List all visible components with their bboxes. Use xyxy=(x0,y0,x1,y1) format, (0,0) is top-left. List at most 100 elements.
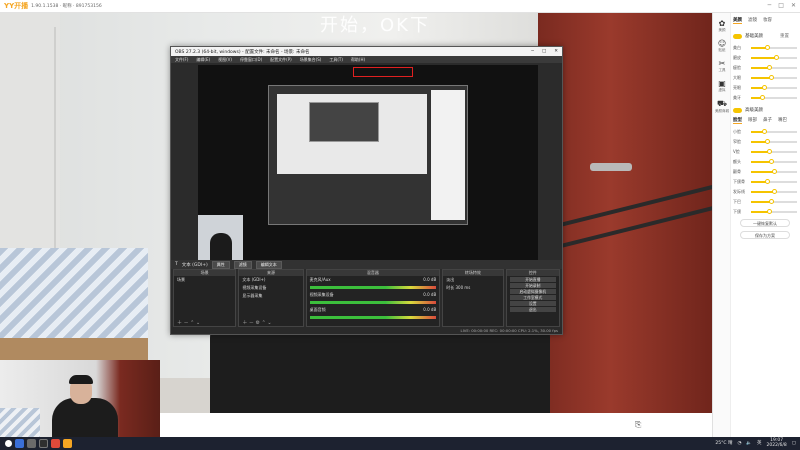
obs-menu-view[interactable]: 视图(V) xyxy=(218,57,232,63)
slider-knob[interactable] xyxy=(764,179,770,185)
properties-button[interactable]: 属性 xyxy=(211,260,230,269)
shop-icon[interactable]: ⛟ 美颜商城 xyxy=(713,99,731,114)
tab-mouth[interactable]: 嘴巴 xyxy=(778,117,787,124)
tab-makeup[interactable]: 妆容 xyxy=(763,17,772,24)
notification-icon[interactable]: ▢ xyxy=(792,441,796,446)
obs-menu-help[interactable]: 帮助(H) xyxy=(351,57,365,63)
tab-nose[interactable]: 鼻子 xyxy=(763,117,772,124)
sources-dock-toolbar[interactable]: ＋ － ⚙ ⌃ ⌄ xyxy=(239,320,302,326)
clock[interactable]: 19:07 2022/6/8 xyxy=(767,438,787,448)
obs-menu-file[interactable]: 文件(F) xyxy=(175,57,188,63)
tab-eyes[interactable]: 眼部 xyxy=(748,117,757,124)
share-icon[interactable]: ⎘ xyxy=(635,420,641,430)
obs-preview[interactable] xyxy=(198,65,538,260)
sticker-icon[interactable]: ☺ 贴纸 xyxy=(713,39,731,53)
source-item[interactable]: 文本 (GDI+) xyxy=(239,276,302,284)
filters-button[interactable]: 滤镜 xyxy=(233,260,252,269)
obs-maximize-icon[interactable]: □ xyxy=(542,49,546,54)
task-view-icon[interactable] xyxy=(27,439,36,448)
slider-knob[interactable] xyxy=(762,85,768,91)
reset-button[interactable]: 重置 xyxy=(780,33,789,39)
obs-window[interactable]: OBS 27.2.3 (64-bit, windows) - 配置文件: 未命名… xyxy=(170,46,563,335)
virtual-camera-button[interactable]: 启动虚拟摄像机 xyxy=(509,289,556,294)
scenes-dock-toolbar[interactable]: ＋ － ⌃ ⌄ xyxy=(174,320,235,326)
start-streaming-button[interactable]: 开始直播 xyxy=(509,277,556,282)
close-icon[interactable]: ✕ xyxy=(791,2,796,9)
slider-knob[interactable] xyxy=(771,169,777,175)
tools-icon[interactable]: ✂ 工具 xyxy=(713,59,731,73)
slider-track[interactable] xyxy=(751,209,797,215)
slider-track[interactable] xyxy=(751,159,797,165)
slider-track[interactable] xyxy=(751,65,797,71)
slider-track[interactable] xyxy=(751,55,797,61)
beauty-icon[interactable]: ✿ 美颜 xyxy=(713,19,731,33)
restore-default-button[interactable]: 一键恢复默认 xyxy=(740,219,790,227)
search-icon[interactable] xyxy=(15,439,24,448)
tab-filter[interactable]: 滤镜 xyxy=(748,17,757,24)
obs-minimize-icon[interactable]: ─ xyxy=(531,49,534,54)
settings-button[interactable]: 设置 xyxy=(509,301,556,306)
slider-label: 颧骨 xyxy=(733,169,741,174)
obs-close-icon[interactable]: ✕ xyxy=(554,49,558,54)
obs-menu-scene-collection[interactable]: 场景集合(S) xyxy=(300,57,322,63)
slider-knob[interactable] xyxy=(769,199,775,205)
slider-track[interactable] xyxy=(751,189,797,195)
slider-knob[interactable] xyxy=(766,65,772,71)
app-taskbar-icon[interactable] xyxy=(51,439,60,448)
slider-label: V脸 xyxy=(733,149,740,154)
selected-text-source-box[interactable] xyxy=(353,67,413,77)
slider-track[interactable] xyxy=(751,199,797,205)
exit-button[interactable]: 退出 xyxy=(509,307,556,312)
start-recording-button[interactable]: 开始录制 xyxy=(509,283,556,288)
source-item[interactable]: 显示器采集 xyxy=(239,292,302,300)
slider-knob[interactable] xyxy=(769,75,775,81)
network-icon[interactable]: ◔ xyxy=(737,441,741,446)
tab-face-shape[interactable]: 脸型 xyxy=(733,117,742,124)
slider-track[interactable] xyxy=(751,149,797,155)
slider-knob[interactable] xyxy=(764,45,770,51)
slider-track[interactable] xyxy=(751,75,797,81)
slider-knob[interactable] xyxy=(760,95,765,101)
slider-knob[interactable] xyxy=(766,209,772,215)
maximize-icon[interactable]: □ xyxy=(778,2,784,9)
slider-track[interactable] xyxy=(751,85,797,91)
slider-knob[interactable] xyxy=(773,55,779,61)
scene-item[interactable]: 场景 xyxy=(174,276,235,284)
obs-menu-tools[interactable]: 工具(T) xyxy=(329,57,343,63)
obs-menu-profile[interactable]: 配置文件(P) xyxy=(270,57,292,63)
advanced-beauty-toggle[interactable] xyxy=(733,107,742,113)
slider-knob[interactable] xyxy=(766,149,772,155)
ime-indicator[interactable]: 英 xyxy=(757,440,762,446)
volume-meter[interactable] xyxy=(309,301,437,304)
obs-taskbar-icon[interactable] xyxy=(39,439,48,448)
obs-menu-docks[interactable]: 停靠窗口(D) xyxy=(240,57,262,63)
save-scheme-button[interactable]: 保存为方案 xyxy=(740,231,790,239)
slider-knob[interactable] xyxy=(769,159,775,165)
slider-knob[interactable] xyxy=(771,189,777,195)
slider-track[interactable] xyxy=(751,45,797,51)
slider-track[interactable] xyxy=(751,169,797,175)
volume-meter[interactable] xyxy=(309,286,437,289)
basic-beauty-toggle[interactable] xyxy=(733,33,742,39)
obs-menu-edit[interactable]: 编辑(E) xyxy=(196,57,210,63)
duration-value[interactable]: 300 ms xyxy=(455,285,470,290)
minimize-icon[interactable]: ─ xyxy=(768,2,772,9)
slider-label: 磨皮 xyxy=(733,55,741,60)
source-item[interactable]: 视频采集设备 xyxy=(239,284,302,292)
slider-track[interactable] xyxy=(751,179,797,185)
yy-taskbar-icon[interactable] xyxy=(63,439,72,448)
studio-mode-button[interactable]: 工作室模式 xyxy=(509,295,556,300)
weather-text[interactable]: 25°C 晴 xyxy=(715,440,732,446)
slider-knob[interactable] xyxy=(764,139,770,145)
volume-meter[interactable] xyxy=(309,316,437,319)
slider-track[interactable] xyxy=(751,95,797,101)
slider-knob[interactable] xyxy=(762,129,768,135)
background-icon[interactable]: ▣ 虚拟 xyxy=(713,79,731,93)
slider-track[interactable] xyxy=(751,139,797,145)
slider-track[interactable] xyxy=(751,129,797,135)
edit-text-button[interactable]: 编辑文本 xyxy=(255,260,282,269)
tab-beauty[interactable]: 美颜 xyxy=(733,17,742,24)
transition-type-select[interactable]: 淡出 xyxy=(443,276,502,284)
volume-icon[interactable]: 🔈 xyxy=(746,441,752,446)
start-icon[interactable] xyxy=(5,440,12,447)
